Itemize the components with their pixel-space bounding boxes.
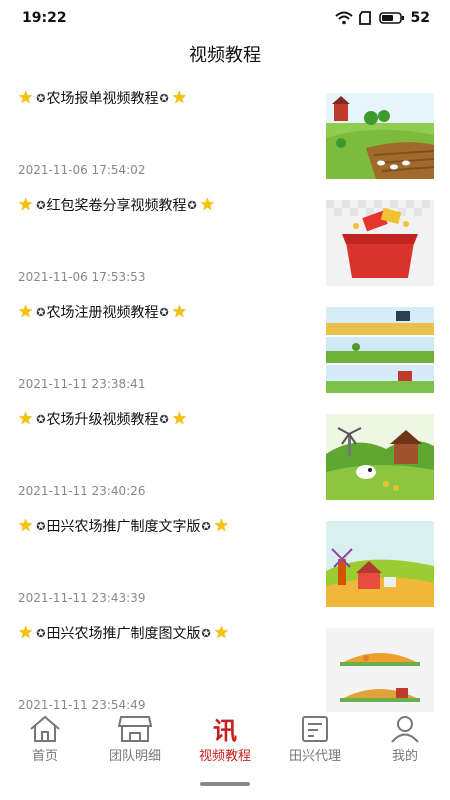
item-title: ★ ✪ 农场升级视频教程 ✪ ★ bbox=[18, 408, 187, 429]
svg-text:讯: 讯 bbox=[213, 717, 237, 743]
star-icon: ★ bbox=[199, 194, 215, 215]
list-item[interactable]: ★ ✪ 农场注册视频教程 ✪ ★ 2021-11-11 23:38:41 bbox=[0, 294, 450, 401]
star-icon: ★ bbox=[18, 515, 34, 536]
sparkle-icon: ✪ bbox=[36, 305, 46, 319]
item-date: 2021-11-11 23:40:26 bbox=[18, 484, 146, 498]
sparkle-icon: ✪ bbox=[36, 519, 46, 533]
item-title: ★ ✪ 农场注册视频教程 ✪ ★ bbox=[18, 301, 187, 322]
video-list: ★ ✪ 农场报单视频教程 ✪ ★ 2021-11-06 17:54:02 ★ ✪… bbox=[0, 80, 450, 722]
home-icon bbox=[30, 715, 60, 742]
item-date: 2021-11-11 23:43:39 bbox=[18, 591, 146, 605]
thumbnail-image[interactable] bbox=[326, 93, 434, 179]
star-icon: ★ bbox=[18, 301, 34, 322]
list-item[interactable]: ★ ✪ 农场报单视频教程 ✪ ★ 2021-11-06 17:54:02 bbox=[0, 80, 450, 187]
sparkle-icon: ✪ bbox=[36, 412, 46, 426]
item-title: ★ ✪ 红包奖卷分享视频教程 ✪ ★ bbox=[18, 194, 215, 215]
sparkle-icon: ✪ bbox=[201, 626, 211, 640]
sparkle-icon: ✪ bbox=[36, 198, 46, 212]
thumbnail-image[interactable] bbox=[326, 307, 434, 393]
list-item[interactable]: ★ ✪ 红包奖卷分享视频教程 ✪ ★ 2021-11-06 17:53:53 bbox=[0, 187, 450, 294]
tab-home[interactable]: 首页 bbox=[0, 712, 90, 772]
sparkle-icon: ✪ bbox=[201, 519, 211, 533]
list-item[interactable]: ★ ✪ 田兴农场推广制度图文版 ✪ ★ 2021-11-11 23:54:49 bbox=[0, 615, 450, 722]
status-icons: 52 bbox=[334, 10, 430, 26]
star-icon: ★ bbox=[213, 515, 229, 536]
page-title: 视频教程 bbox=[189, 45, 261, 66]
item-date: 2021-11-06 17:53:53 bbox=[18, 270, 146, 284]
battery-level: 52 bbox=[410, 10, 430, 26]
item-title: ★ ✪ 田兴农场推广制度图文版 ✪ ★ bbox=[18, 622, 229, 643]
tab-video-tutorial[interactable]: 讯 视频教程 bbox=[180, 712, 270, 772]
star-icon: ★ bbox=[18, 408, 34, 429]
sparkle-icon: ✪ bbox=[159, 412, 169, 426]
tab-label: 团队明细 bbox=[108, 749, 161, 764]
item-title: ★ ✪ 田兴农场推广制度文字版 ✪ ★ bbox=[18, 515, 229, 536]
tab-agent[interactable]: 田兴代理 bbox=[270, 712, 360, 772]
tab-label: 视频教程 bbox=[198, 749, 251, 764]
tab-team[interactable]: 团队明细 bbox=[90, 712, 180, 772]
bottom-tab-bar: 首页 团队明细 讯 视频教程 田兴代理 我的 bbox=[0, 712, 450, 772]
page-title-bar: 视频教程 bbox=[0, 36, 450, 72]
sparkle-icon: ✪ bbox=[36, 91, 46, 105]
sim-icon bbox=[358, 11, 371, 25]
shop-icon bbox=[118, 716, 152, 742]
thumbnail-image[interactable] bbox=[326, 521, 434, 607]
battery-icon bbox=[378, 12, 404, 24]
sparkle-icon: ✪ bbox=[187, 198, 197, 212]
news-icon: 讯 bbox=[213, 717, 237, 743]
item-date: 2021-11-11 23:54:49 bbox=[18, 698, 146, 712]
item-date: 2021-11-06 17:54:02 bbox=[18, 163, 146, 177]
sparkle-icon: ✪ bbox=[159, 91, 169, 105]
star-icon: ★ bbox=[171, 301, 187, 322]
star-icon: ★ bbox=[18, 87, 34, 108]
star-icon: ★ bbox=[18, 622, 34, 643]
sparkle-icon: ✪ bbox=[36, 626, 46, 640]
sparkle-icon: ✪ bbox=[159, 305, 169, 319]
star-icon: ★ bbox=[18, 194, 34, 215]
star-icon: ★ bbox=[171, 408, 187, 429]
thumbnail-image[interactable] bbox=[326, 414, 434, 500]
item-date: 2021-11-11 23:38:41 bbox=[18, 377, 146, 391]
status-bar: 19:22 52 bbox=[0, 0, 450, 36]
thumbnail-image[interactable] bbox=[326, 200, 434, 286]
tab-label: 首页 bbox=[31, 749, 58, 764]
item-title: ★ ✪ 农场报单视频教程 ✪ ★ bbox=[18, 87, 187, 108]
tab-label: 田兴代理 bbox=[288, 749, 341, 764]
thumbnail-image[interactable] bbox=[326, 628, 434, 714]
wifi-icon bbox=[334, 11, 353, 25]
user-icon bbox=[391, 716, 419, 743]
star-icon: ★ bbox=[171, 87, 187, 108]
list-item[interactable]: ★ ✪ 农场升级视频教程 ✪ ★ 2021-11-11 23:40:26 bbox=[0, 401, 450, 508]
home-indicator[interactable] bbox=[200, 782, 250, 786]
status-time: 19:22 bbox=[22, 10, 67, 26]
tab-label: 我的 bbox=[391, 749, 418, 764]
document-icon bbox=[302, 716, 328, 742]
tab-mine[interactable]: 我的 bbox=[360, 712, 450, 772]
list-item[interactable]: ★ ✪ 田兴农场推广制度文字版 ✪ ★ 2021-11-11 23:43:39 bbox=[0, 508, 450, 615]
star-icon: ★ bbox=[213, 622, 229, 643]
